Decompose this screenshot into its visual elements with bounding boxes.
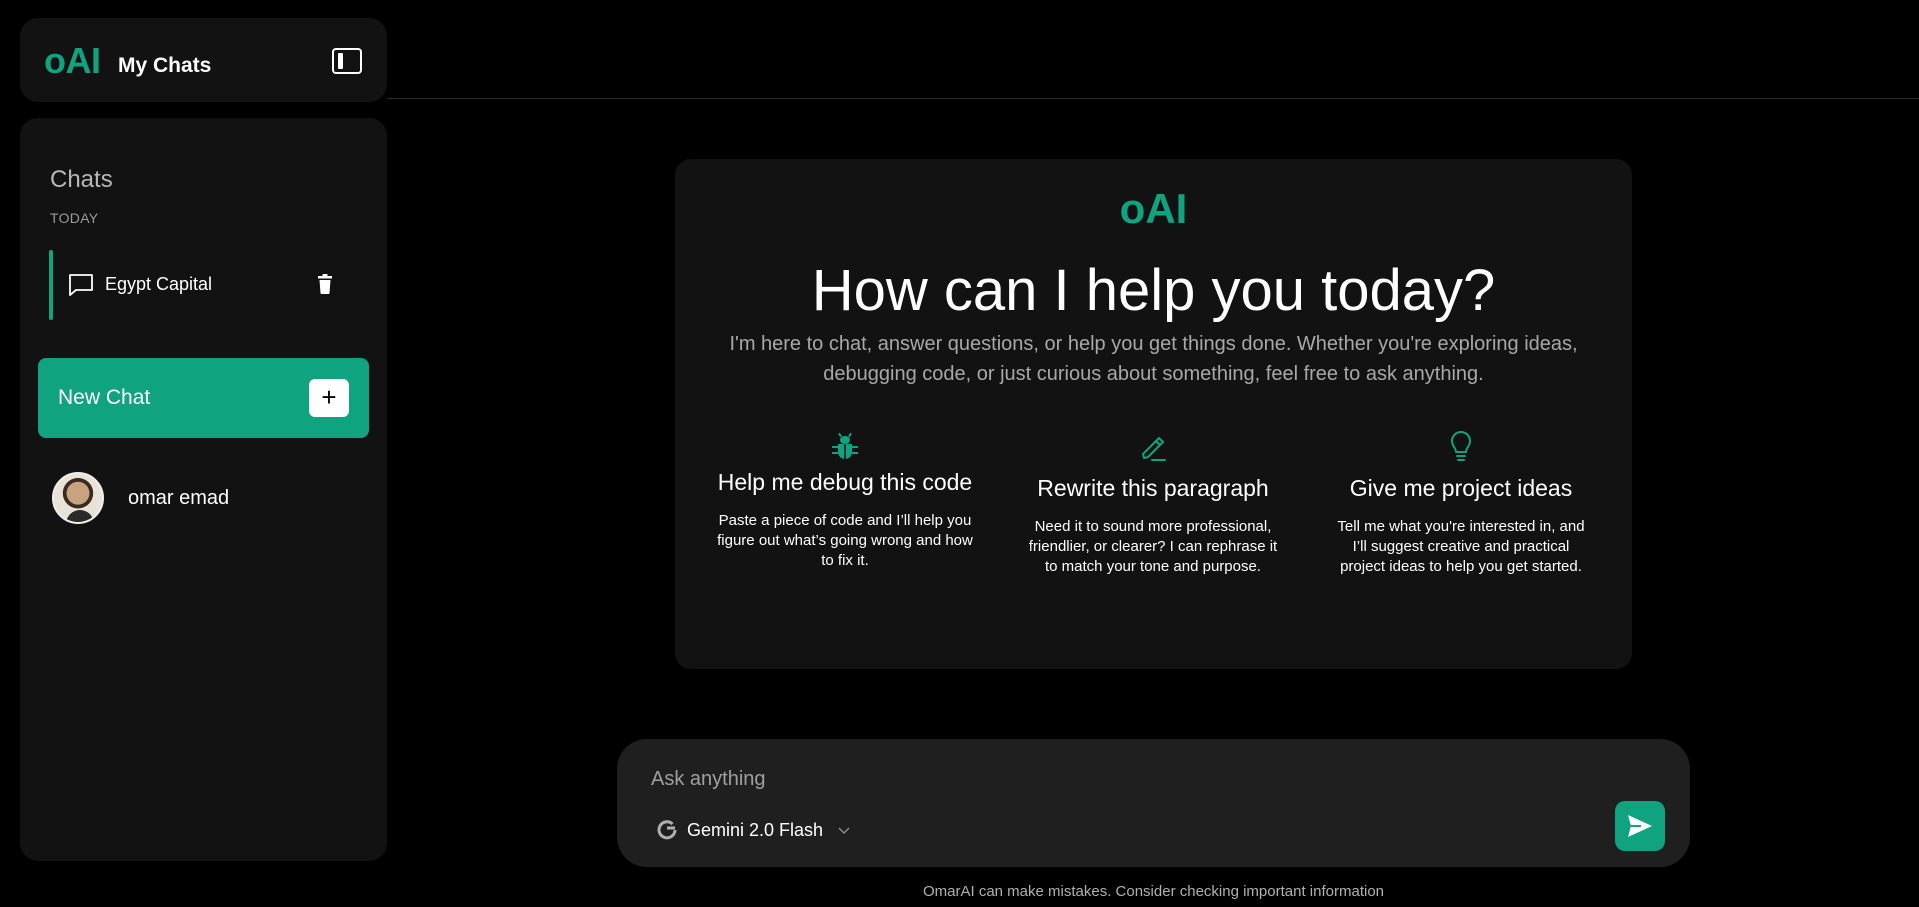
- header-divider: [387, 98, 1919, 99]
- suggestion-title: Give me project ideas: [1349, 475, 1573, 501]
- chat-item-egypt-capital[interactable]: Egypt Capital: [49, 250, 349, 320]
- send-button[interactable]: [1615, 801, 1665, 851]
- suggestion-title: Rewrite this paragraph: [1037, 475, 1269, 501]
- welcome-subtitle: I'm here to chat, answer questions, or h…: [729, 333, 1578, 385]
- sidebar-toggle-icon[interactable]: [332, 48, 362, 74]
- new-chat-button[interactable]: New Chat +: [38, 358, 369, 438]
- message-input[interactable]: [651, 765, 1351, 793]
- message-icon: [69, 274, 93, 296]
- suggestion-rewrite-paragraph[interactable]: Rewrite this paragraph Need it to sound …: [1023, 431, 1283, 577]
- welcome-logo: oAI: [1119, 185, 1188, 232]
- sidebar-header: oAI My Chats: [20, 18, 387, 102]
- pencil-icon: [1142, 437, 1166, 461]
- chat-group-label: TODAY: [50, 210, 99, 226]
- trash-icon[interactable]: [317, 274, 333, 294]
- active-indicator: [49, 250, 53, 320]
- user-name: omar emad: [128, 487, 230, 509]
- disclaimer-text: OmarAI can make mistakes. Consider check…: [922, 883, 1384, 900]
- welcome-title: How can I help you today?: [811, 258, 1496, 323]
- plus-icon: +: [309, 379, 349, 417]
- welcome-card: oAI How can I help you today? I'm here t…: [675, 159, 1632, 669]
- chevron-down-icon: [838, 827, 850, 835]
- suggestion-project-ideas[interactable]: Give me project ideas Tell me what you'r…: [1331, 431, 1591, 577]
- bug-icon: [832, 432, 858, 459]
- avatar: [52, 472, 104, 524]
- suggestion-title: Help me debug this code: [717, 469, 973, 495]
- user-profile[interactable]: omar emad: [52, 472, 372, 524]
- suggestion-description: Tell me what you're interested in, and I…: [1337, 518, 1585, 575]
- lightbulb-icon: [1451, 431, 1471, 461]
- model-name: Gemini 2.0 Flash: [687, 820, 824, 840]
- chat-item-label: Egypt Capital: [105, 274, 213, 294]
- send-icon: [1628, 815, 1652, 837]
- suggestion-description: Need it to sound more professional, frie…: [1028, 518, 1278, 575]
- sidebar: Chats TODAY Egypt Capital New Chat + oma…: [20, 118, 387, 861]
- google-icon: [657, 820, 677, 840]
- suggestion-description: Paste a piece of code and I’ll help you …: [717, 512, 973, 569]
- suggestion-debug-code[interactable]: Help me debug this code Paste a piece of…: [715, 431, 975, 571]
- sidebar-title: My Chats: [118, 54, 212, 77]
- app-logo: oAI: [44, 40, 101, 81]
- new-chat-label: New Chat: [58, 386, 151, 409]
- chats-heading: Chats: [50, 166, 113, 193]
- message-composer: Gemini 2.0 Flash: [617, 739, 1690, 867]
